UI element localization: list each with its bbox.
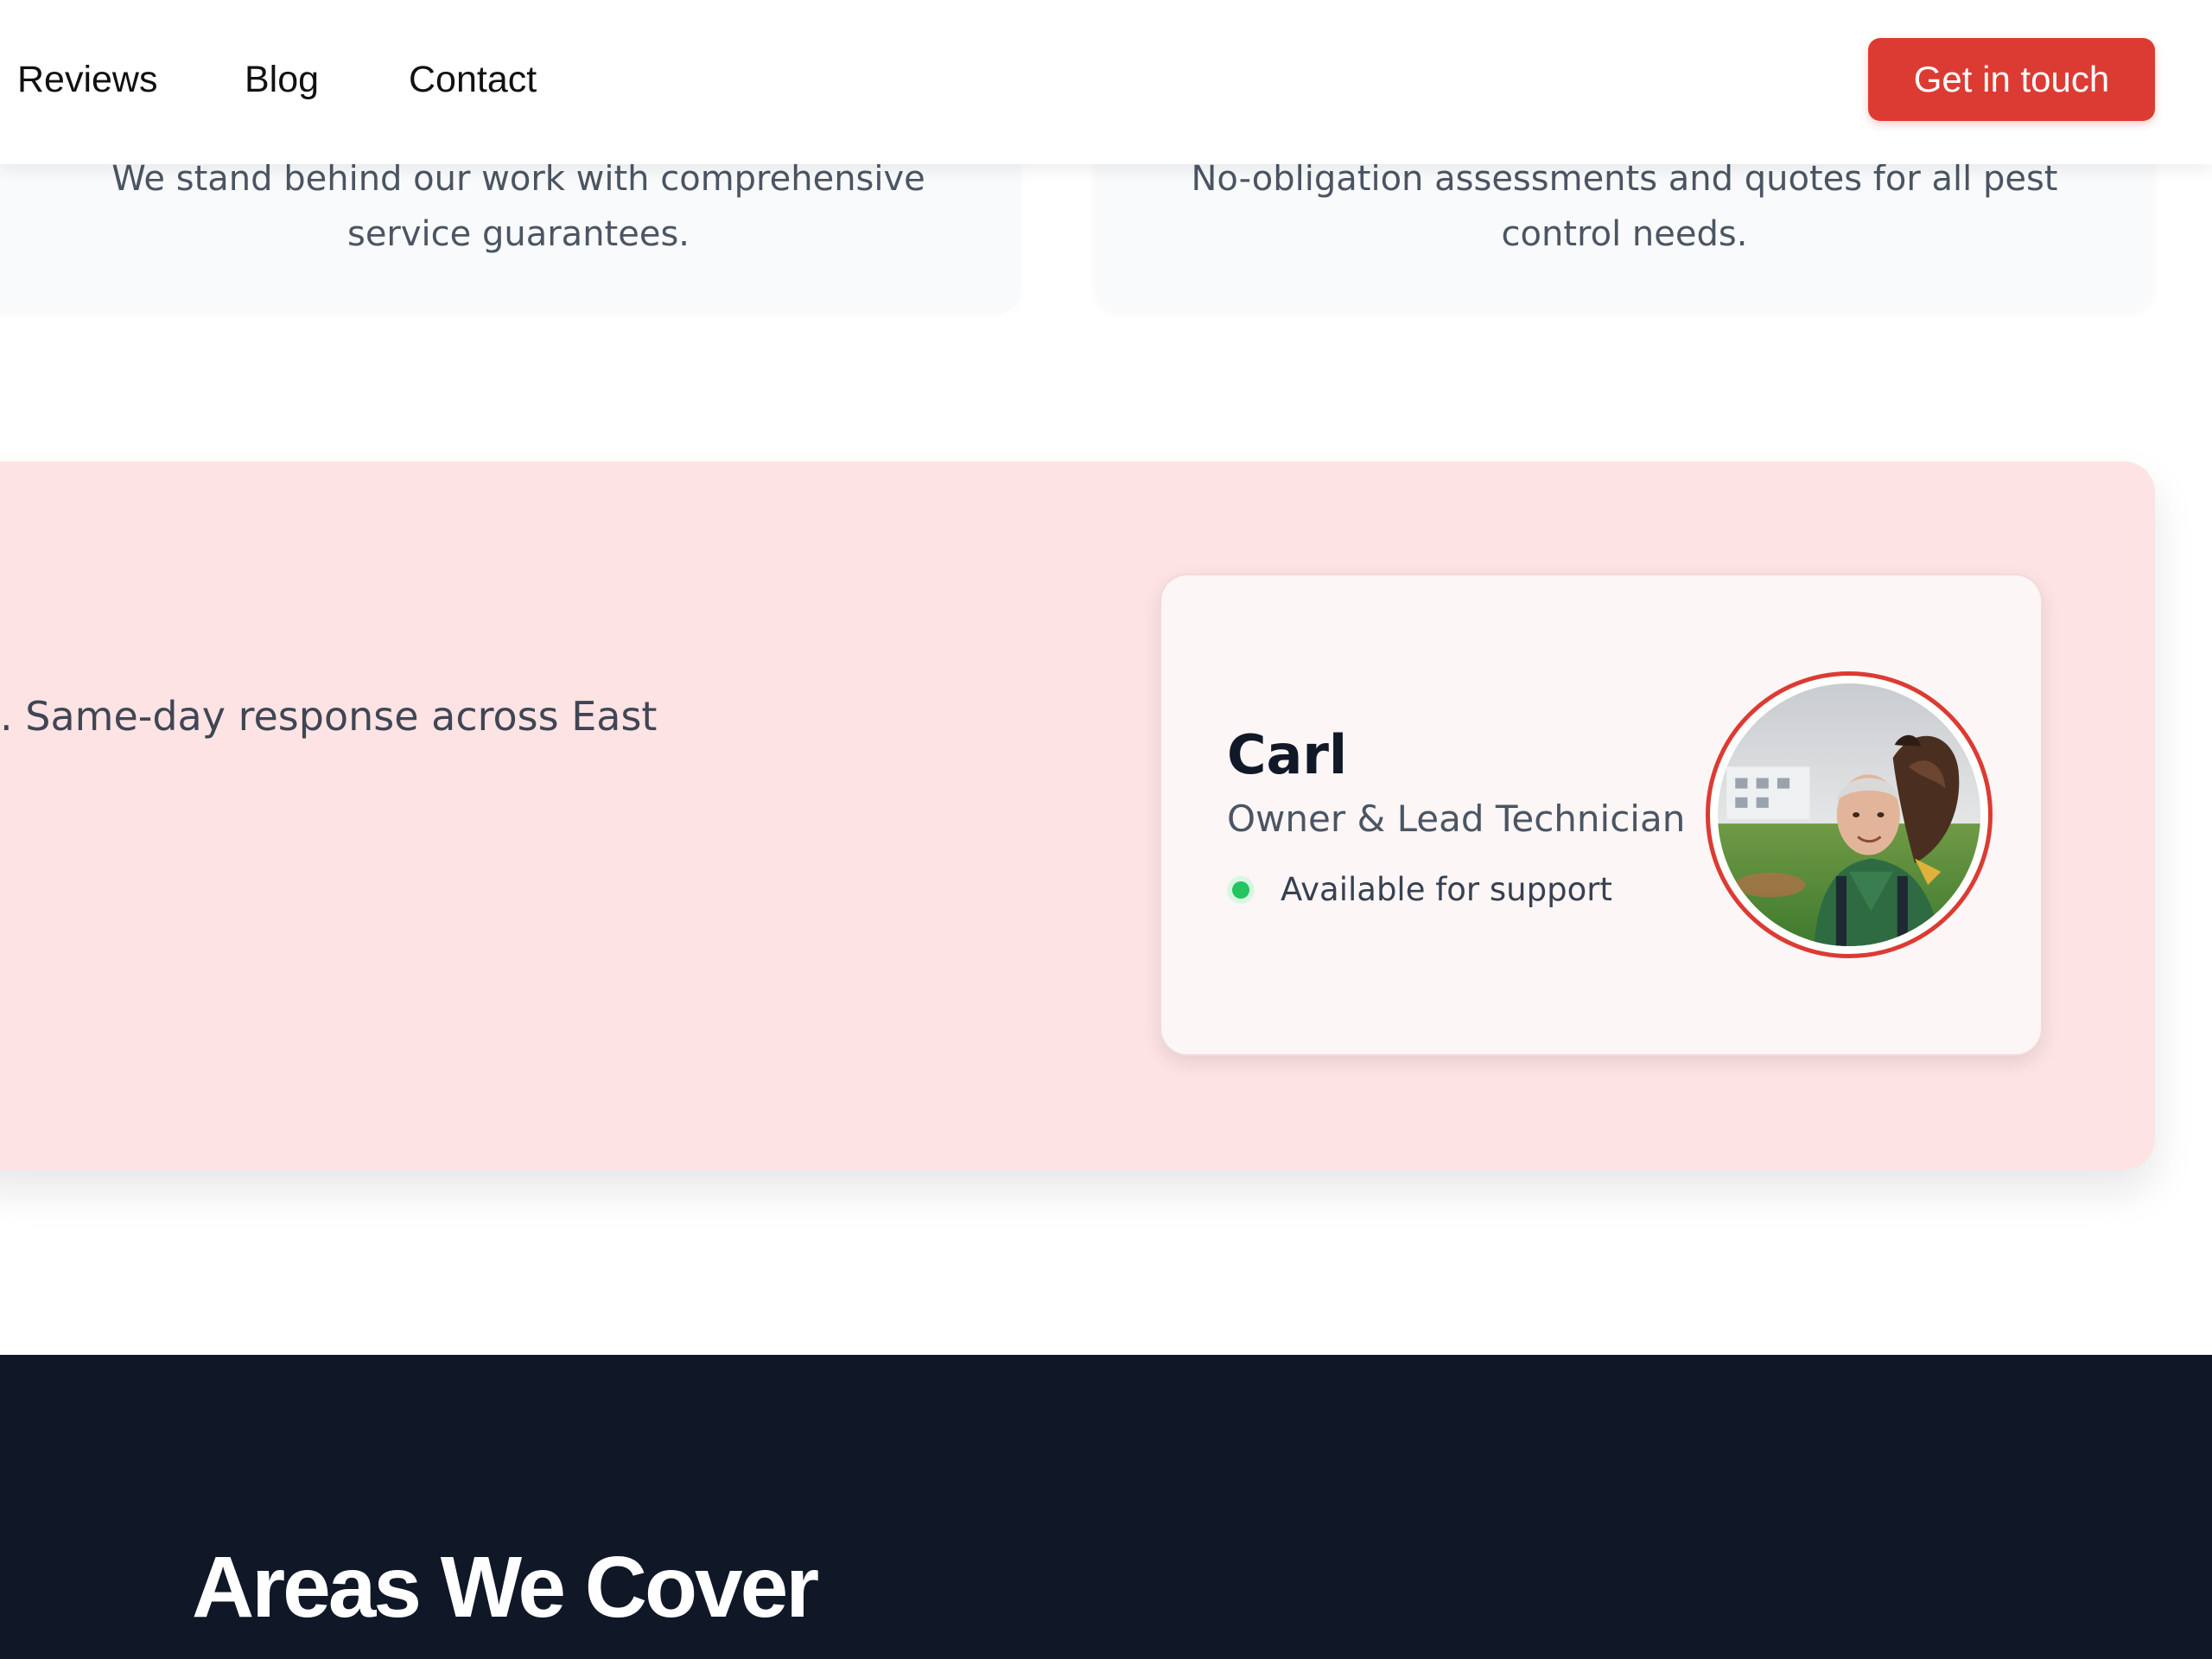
technician-role: Owner & Lead Technician [1227, 798, 1686, 840]
nav-link-reviews[interactable]: Reviews [17, 55, 158, 104]
technician-photo [1718, 683, 1980, 946]
availability-status: Available for support [1227, 868, 1612, 912]
get-in-touch-button[interactable]: Get in touch [1868, 38, 2155, 121]
status-online-icon [1232, 881, 1249, 899]
feature-description: No-obligation assessments and quotes for… [1191, 159, 2058, 254]
nav-link-blog[interactable]: Blog [245, 55, 319, 104]
technician-profile-card: Carl Owner & Lead Technician Available f… [1160, 574, 2043, 1056]
support-description: . Same-day response across East [0, 693, 658, 740]
status-label: Available for support [1281, 871, 1612, 908]
avatar [1706, 671, 1993, 958]
nav-link-contact[interactable]: Contact [409, 55, 537, 104]
feature-description: We stand behind our work with comprehens… [111, 159, 925, 254]
site-header: Reviews Blog Contact Get in touch [0, 0, 2212, 164]
technician-name: Carl [1227, 723, 1348, 786]
areas-heading: Areas We Cover [192, 1539, 819, 1636]
